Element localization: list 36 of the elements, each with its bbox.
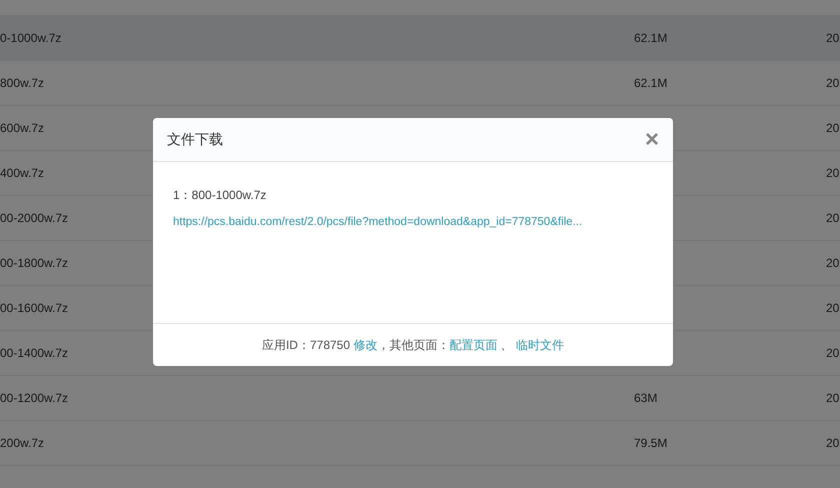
file-name: 0-1000w.7z <box>0 31 62 45</box>
footer-link[interactable]: 临时文件 <box>516 338 564 352</box>
table-row[interactable]: 00-1200w.7z 63M 20 <box>0 376 840 421</box>
file-name: 00-1800w.7z <box>0 256 68 270</box>
file-date: 20 <box>826 166 840 180</box>
file-date: 20 <box>826 256 840 270</box>
table-row[interactable]: 0-1000w.7z 62.1M 20 <box>0 16 840 61</box>
file-size: 62.1M <box>634 76 668 90</box>
footer-text: 应用ID：778750 修改，其他页面：配置页面 、 临时文件 <box>262 337 564 354</box>
file-name: 400w.7z <box>0 166 44 180</box>
close-button[interactable]: × <box>644 128 659 152</box>
table-row[interactable]: 800w.7z 62.1M 20 <box>0 61 840 106</box>
footer-link[interactable]: 配置页面 <box>449 338 498 352</box>
file-name: 00-1200w.7z <box>0 391 68 405</box>
file-name: 200w.7z <box>0 436 44 450</box>
file-date: 20 <box>826 211 840 225</box>
file-date: 20 <box>826 346 840 360</box>
file-date: 20 <box>826 121 840 135</box>
file-size: 79.5M <box>634 436 668 450</box>
file-date: 20 <box>826 76 840 90</box>
table-row[interactable]: 200w.7z 79.5M 20 <box>0 421 840 466</box>
file-name: 800w.7z <box>0 76 44 90</box>
file-name: 00-2000w.7z <box>0 211 68 225</box>
file-date: 20 <box>826 301 840 315</box>
footer-link[interactable]: 修改 <box>353 338 378 352</box>
dialog-title: 文件下载 <box>167 130 223 149</box>
file-name: 600w.7z <box>0 121 44 135</box>
file-date: 20 <box>826 391 840 405</box>
download-link[interactable]: https://pcs.baidu.com/rest/2.0/pcs/file?method=download&app_id=778750&file... <box>173 216 582 228</box>
file-date: 20 <box>826 31 840 45</box>
file-date: 20 <box>826 436 840 450</box>
file-name: 00-1600w.7z <box>0 301 68 315</box>
file-label: 1：800-1000w.7z <box>173 187 268 204</box>
file-name: 00-1400w.7z <box>0 346 68 360</box>
file-size: 63M <box>634 391 658 405</box>
file-size: 62.1M <box>634 31 668 45</box>
